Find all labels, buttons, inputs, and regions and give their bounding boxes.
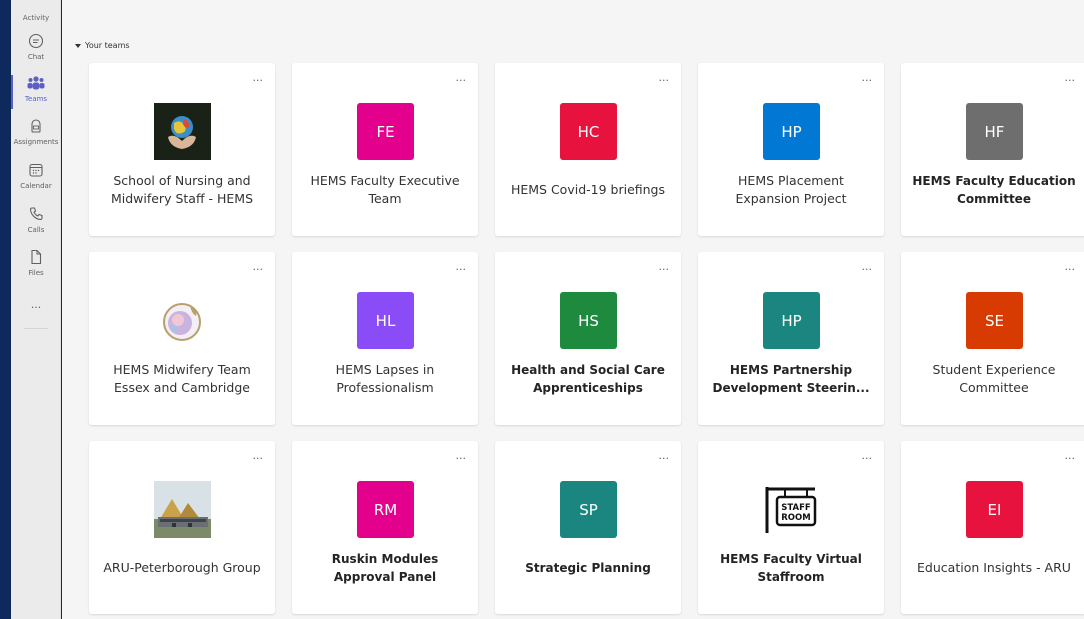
more-options-icon[interactable]: ... [862, 449, 873, 462]
team-name: HEMS Covid-19 briefings [510, 182, 666, 197]
team-name: Student Experience Committee [932, 362, 1056, 395]
file-icon [26, 247, 46, 267]
team-card[interactable]: ... ARU-Peterborough Group [89, 441, 275, 614]
team-avatar: EI [966, 481, 1023, 538]
more-options-icon[interactable]: ... [862, 71, 873, 84]
rail-label-calendar: Calendar [20, 182, 52, 190]
team-avatar: SP [560, 481, 617, 538]
more-options-icon[interactable]: ... [659, 449, 670, 462]
more-options-icon[interactable]: ... [1065, 449, 1076, 462]
midwifery-logo-image [154, 292, 211, 349]
team-avatar: HS [560, 292, 617, 349]
rail-label-calls: Calls [27, 226, 45, 234]
team-card[interactable]: ... HP HEMS Partnership Development Stee… [698, 252, 884, 425]
team-name: Education Insights - ARU [917, 560, 1071, 575]
rail-item-calls[interactable]: Calls [11, 204, 61, 244]
team-card[interactable]: ... HL HEMS Lapses in Professionalism [292, 252, 478, 425]
rail-label-activity: Activity [22, 14, 50, 22]
app-window: Activity Chat Teams Assignments Calendar [0, 0, 1084, 619]
team-avatar: FE [357, 103, 414, 160]
sign-text-line-2: ROOM [781, 513, 810, 523]
team-name: Health and Social Care Apprenticeships [511, 363, 665, 395]
team-card[interactable]: ... HC HEMS Covid-19 briefings [495, 63, 681, 236]
more-apps-button[interactable]: ... [11, 298, 61, 314]
team-name: HEMS Midwifery Team Essex and Cambridge [113, 362, 251, 395]
team-card[interactable]: ... STAFF ROOM HEMS Faculty Virtual Staf… [698, 441, 884, 614]
calendar-icon [26, 160, 46, 180]
team-card[interactable]: ... HEMS Midwifery Team Essex and Cambri… [89, 252, 275, 425]
more-options-icon[interactable]: ... [253, 449, 264, 462]
building-photo-image [154, 481, 211, 538]
caret-down-icon [75, 43, 81, 48]
rail-item-teams[interactable]: Teams [11, 73, 61, 113]
sign-text-line-1: STAFF [781, 503, 811, 513]
team-name: Strategic Planning [525, 561, 651, 575]
team-name: Ruskin Modules Approval Panel [331, 552, 439, 584]
your-teams-header[interactable]: Your teams [75, 41, 130, 50]
more-options-icon[interactable]: ... [253, 260, 264, 273]
team-card[interactable]: ... HF HEMS Faculty Education Committee [901, 63, 1084, 236]
rail-item-assignments[interactable]: Assignments [11, 116, 61, 156]
team-name: ARU-Peterborough Group [103, 560, 261, 575]
team-name: HEMS Faculty Education Committee [912, 174, 1076, 206]
team-card[interactable]: ... School of Nursing and Midwifery Staf… [89, 63, 275, 236]
team-avatar: RM [357, 481, 414, 538]
team-card[interactable]: ... HP HEMS Placement Expansion Project [698, 63, 884, 236]
team-card[interactable]: ... SP Strategic Planning [495, 441, 681, 614]
team-avatar: HC [560, 103, 617, 160]
team-avatar: HP [763, 103, 820, 160]
rail-divider [24, 328, 48, 329]
more-options-icon[interactable]: ... [659, 260, 670, 273]
team-avatar: HL [357, 292, 414, 349]
more-options-icon[interactable]: ... [456, 260, 467, 273]
rail-item-chat[interactable]: Chat [11, 31, 61, 71]
more-options-icon[interactable]: ... [253, 71, 264, 84]
staff-room-sign-icon: STAFF ROOM [763, 481, 820, 538]
team-card[interactable]: ... RM Ruskin Modules Approval Panel [292, 441, 478, 614]
phone-icon [26, 204, 46, 224]
more-options-icon[interactable]: ... [456, 449, 467, 462]
team-name: HEMS Lapses in Professionalism [335, 362, 435, 395]
more-options-icon[interactable]: ... [1065, 71, 1076, 84]
rail-label-chat: Chat [27, 53, 45, 61]
team-card[interactable]: ... SE Student Experience Committee [901, 252, 1084, 425]
team-card[interactable]: ... HS Health and Social Care Apprentice… [495, 252, 681, 425]
globe-hands-image [154, 103, 211, 160]
rail-label-files: Files [28, 269, 44, 277]
assignments-icon [26, 116, 46, 136]
section-title: Your teams [85, 41, 130, 50]
team-name: HEMS Faculty Executive Team [310, 173, 460, 206]
rail-item-files[interactable]: Files [11, 247, 61, 287]
team-avatar: SE [966, 292, 1023, 349]
rail-item-activity[interactable]: Activity [11, 0, 61, 32]
team-avatar: HP [763, 292, 820, 349]
rail-label-assignments: Assignments [13, 138, 59, 146]
teams-icon [26, 73, 46, 93]
more-options-icon[interactable]: ... [659, 71, 670, 84]
ellipsis-icon: ... [30, 298, 42, 311]
team-name: HEMS Placement Expansion Project [735, 173, 847, 206]
chat-icon [26, 31, 46, 51]
rail-item-calendar[interactable]: Calendar [11, 160, 61, 200]
team-card[interactable]: ... FE HEMS Faculty Executive Team [292, 63, 478, 236]
team-name: School of Nursing and Midwifery Staff - … [110, 173, 254, 206]
more-options-icon[interactable]: ... [456, 71, 467, 84]
app-rail: Activity Chat Teams Assignments Calendar [11, 0, 61, 619]
team-name: HEMS Faculty Virtual Staffroom [720, 552, 862, 584]
team-card[interactable]: ... EI Education Insights - ARU [901, 441, 1084, 614]
teams-main: Your teams ... School of Nursing and Mid… [62, 0, 1084, 619]
team-name: HEMS Partnership Development Steerin... [712, 363, 870, 395]
bell-icon [26, 0, 46, 12]
more-options-icon[interactable]: ... [1065, 260, 1076, 273]
more-options-icon[interactable]: ... [862, 260, 873, 273]
rail-label-teams: Teams [24, 95, 48, 103]
team-avatar: HF [966, 103, 1023, 160]
